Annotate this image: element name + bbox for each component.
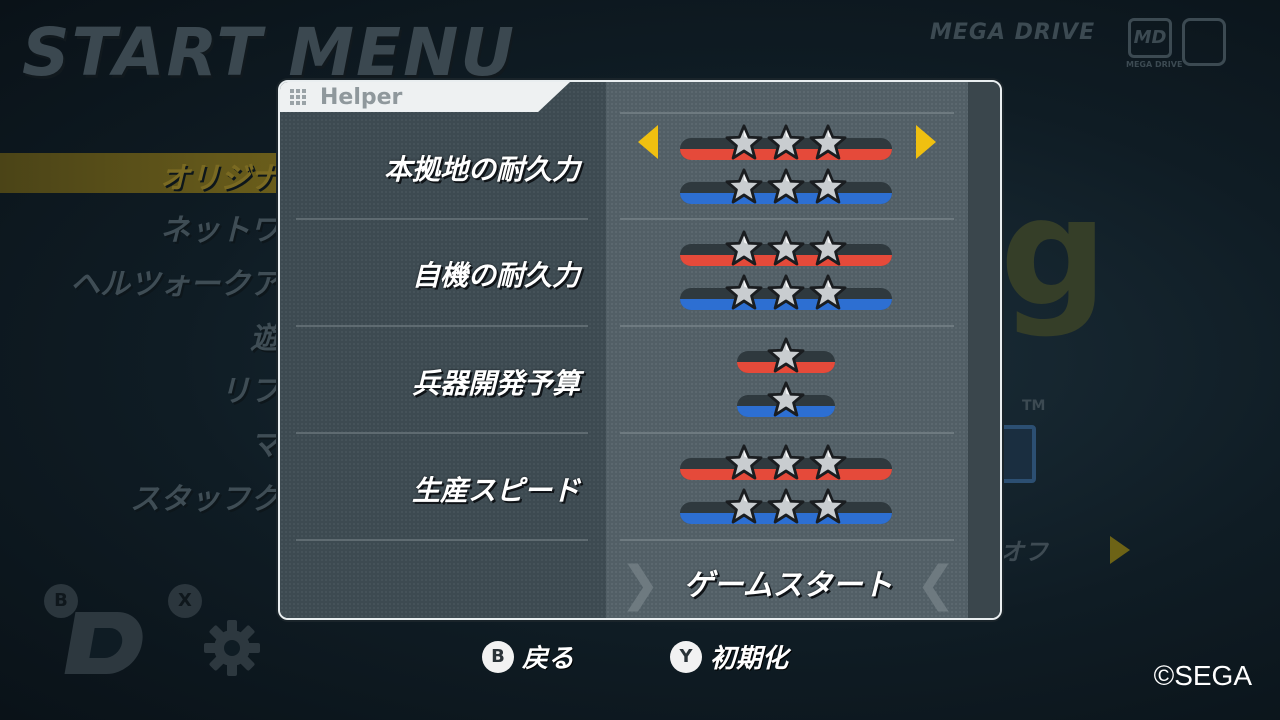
x-button-icon: X bbox=[168, 584, 202, 618]
menu-item-manual: マ bbox=[250, 428, 280, 463]
rating-stars bbox=[737, 381, 835, 417]
decrease-arrow-icon[interactable] bbox=[638, 125, 658, 159]
menu-item-replay: リフ bbox=[220, 374, 280, 409]
player1-rating-bar bbox=[680, 444, 892, 480]
chevron-left-icon: ❮ bbox=[915, 556, 956, 612]
star-icon bbox=[809, 274, 847, 310]
setting-label-production-speed[interactable]: 生産スピード bbox=[280, 469, 580, 509]
helper-dialog: Helper 本拠地の耐久力 自機の耐久力 兵器開発予算 生産スピード ❯ ゲー… bbox=[278, 80, 1002, 620]
option-next-arrow-icon bbox=[1110, 536, 1130, 564]
md-logo-caption: MEGA DRIVE bbox=[1126, 60, 1183, 69]
grid-icon bbox=[290, 89, 306, 105]
star-icon bbox=[725, 168, 763, 204]
reset-label: 初期化 bbox=[710, 644, 789, 674]
game-start-button[interactable]: ❯ ゲームスタート ❮ bbox=[606, 542, 970, 618]
menu-item-play: 遊 bbox=[250, 321, 280, 356]
game-logo-glyph: g bbox=[1000, 166, 1108, 340]
row-divider bbox=[296, 218, 588, 220]
player2-rating-bar bbox=[737, 381, 835, 417]
row-divider bbox=[296, 539, 588, 541]
back-label: 戻る bbox=[522, 644, 575, 674]
star-icon bbox=[725, 274, 763, 310]
row-divider bbox=[620, 432, 954, 434]
star-icon bbox=[809, 488, 847, 524]
player2-rating-bar bbox=[680, 168, 892, 204]
row-divider bbox=[620, 325, 954, 327]
anniversary-logo-icon bbox=[1182, 18, 1226, 66]
star-icon bbox=[767, 168, 805, 204]
row-divider bbox=[296, 432, 588, 434]
setting-label-unit-durability[interactable]: 自機の耐久力 bbox=[280, 254, 580, 294]
star-icon bbox=[725, 444, 763, 480]
md-logo: MD bbox=[1128, 18, 1172, 58]
star-icon bbox=[809, 168, 847, 204]
increase-arrow-icon[interactable] bbox=[916, 125, 936, 159]
star-icon bbox=[767, 124, 805, 160]
menu-item-herzog-arcade: ヘルツォークア bbox=[70, 267, 280, 302]
game-logo-box bbox=[1000, 425, 1036, 483]
mega-drive-wordmark: MEGA DRIVE bbox=[930, 20, 1096, 45]
menu-item-staff-credits: スタッフク bbox=[130, 482, 280, 517]
row-divider bbox=[620, 112, 954, 114]
star-icon bbox=[725, 230, 763, 266]
player1-rating-bar bbox=[680, 124, 892, 160]
mega-drive-branding: MEGA DRIVE MD MEGA DRIVE bbox=[900, 18, 1280, 70]
player2-rating-bar bbox=[680, 274, 892, 310]
star-icon bbox=[767, 274, 805, 310]
star-icon bbox=[767, 381, 805, 417]
star-icon bbox=[767, 230, 805, 266]
player1-rating-bar bbox=[737, 337, 835, 373]
helper-tab-label: Helper bbox=[320, 85, 403, 110]
star-icon bbox=[809, 444, 847, 480]
setting-label-weapon-budget[interactable]: 兵器開発予算 bbox=[280, 362, 580, 402]
y-button-icon: Y bbox=[670, 640, 702, 673]
copyright: ©SEGA bbox=[1153, 660, 1252, 691]
star-icon bbox=[767, 337, 805, 373]
rating-stars bbox=[680, 274, 892, 310]
dialog-scroll-gutter bbox=[968, 82, 1000, 618]
rating-stars bbox=[680, 230, 892, 266]
row-divider bbox=[620, 539, 954, 541]
trademark-mark: TM bbox=[1022, 398, 1046, 414]
reset-hint[interactable]: Y 初期化 bbox=[670, 638, 788, 675]
star-icon bbox=[767, 488, 805, 524]
option-value-off: オフ bbox=[1000, 538, 1048, 566]
player1-rating-bar bbox=[680, 230, 892, 266]
gear-icon bbox=[204, 620, 260, 676]
rating-stars bbox=[680, 124, 892, 160]
star-icon bbox=[725, 124, 763, 160]
player2-rating-bar bbox=[680, 488, 892, 524]
b-button-icon: B bbox=[482, 640, 514, 673]
rating-stars bbox=[680, 488, 892, 524]
b-button-icon: B bbox=[44, 584, 78, 618]
rating-stars bbox=[737, 337, 835, 373]
back-hint[interactable]: B 戻る bbox=[482, 638, 574, 675]
rating-stars bbox=[680, 444, 892, 480]
helper-tab: Helper bbox=[280, 82, 570, 112]
d-logo-icon bbox=[64, 612, 148, 674]
star-icon bbox=[809, 230, 847, 266]
menu-item-network: ネットワ bbox=[160, 213, 280, 248]
star-icon bbox=[809, 124, 847, 160]
row-divider bbox=[296, 325, 588, 327]
star-icon bbox=[767, 444, 805, 480]
row-divider bbox=[620, 218, 954, 220]
setting-label-base-durability[interactable]: 本拠地の耐久力 bbox=[280, 148, 580, 188]
rating-stars bbox=[680, 168, 892, 204]
menu-item-original: オリジナ bbox=[160, 161, 280, 196]
star-icon bbox=[725, 488, 763, 524]
